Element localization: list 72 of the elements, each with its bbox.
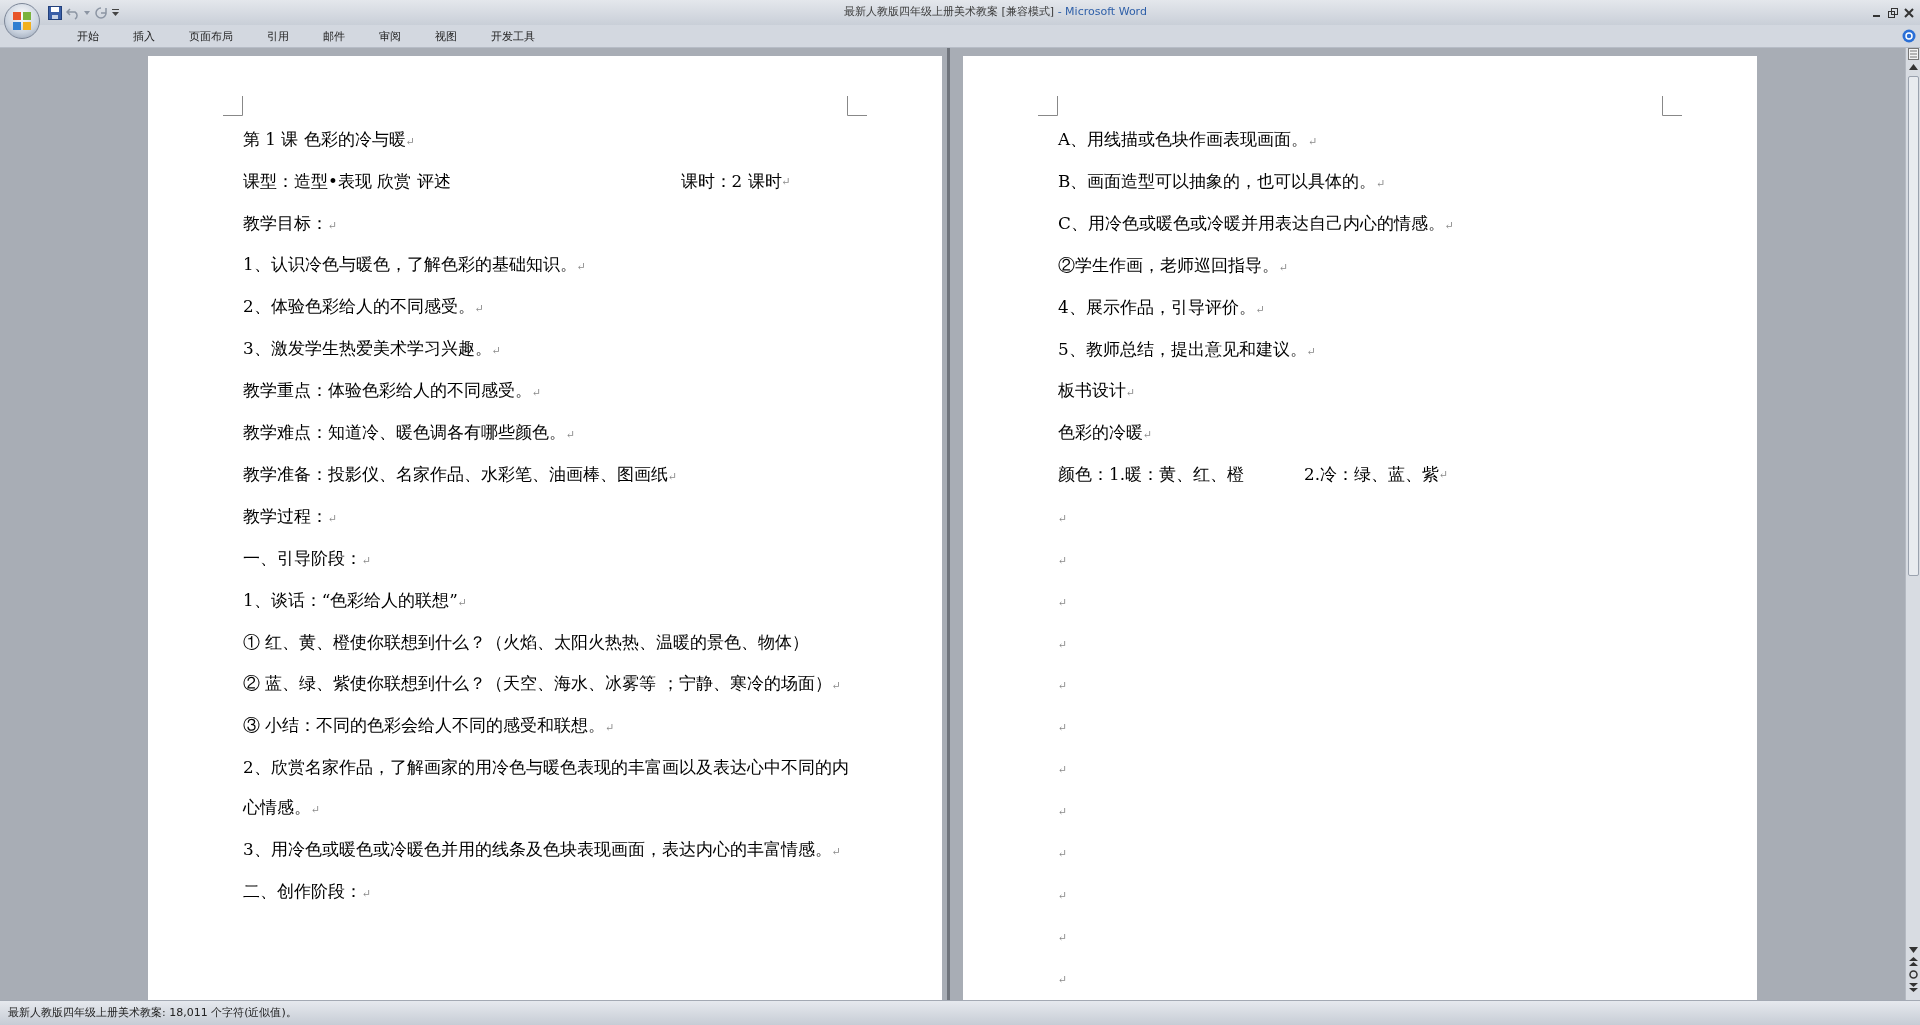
paragraph-text: B、画面造型可以抽象的，也可以具体的。↵: [1058, 170, 1386, 191]
paragraph-mark: ↵: [1058, 721, 1068, 735]
next-page-icon[interactable]: [1908, 983, 1918, 992]
ribbon-tab[interactable]: 开始: [60, 25, 116, 47]
paragraph-text: 2、欣赏名家作品，了解画家的用冷色与暖色表现的丰富画以及表达心中不同的内心情感。↵: [243, 756, 849, 817]
paragraph-text: 色彩的冷暖↵: [1058, 422, 1153, 443]
paragraph-text: 1、认识冷色与暖色，了解色彩的基础知识。↵: [243, 254, 586, 275]
scrollbar-thumb[interactable]: [1907, 76, 1919, 576]
paragraph-text: 颜色：1.暖：黄、红、橙: [1058, 463, 1244, 487]
browse-object-icon[interactable]: [1908, 970, 1918, 979]
ribbon-tab[interactable]: 邮件: [306, 25, 362, 47]
paragraph-text: 教学过程：↵: [243, 505, 338, 526]
paragraph-text: 一、引导阶段：↵: [243, 547, 372, 568]
close-icon[interactable]: [1904, 7, 1914, 18]
paragraph-mark: ↵: [1058, 637, 1068, 651]
paragraph-text: A、用线描或色块作画表现画面。↵: [1058, 129, 1318, 149]
paragraph-text: 第 1 课 色彩的冷与暖↵: [243, 129, 415, 149]
paragraph-text: 板书设计↵: [1058, 380, 1136, 401]
paragraph-mark: ↵: [1058, 511, 1068, 525]
ribbon-tab[interactable]: 引用: [250, 25, 306, 47]
window-title: 最新人教版四年级上册美术教案 [兼容模式]: [844, 5, 1055, 19]
paragraph-text: 教学重点：体验色彩给人的不同感受。↵: [243, 380, 542, 401]
paragraph-text: C、用冷色或暖色或冷暖并用表达自己内心的情感。↵: [1058, 212, 1455, 233]
ribbon-tab[interactable]: 开发工具: [474, 25, 552, 47]
margin-corner-icon: [1662, 96, 1682, 116]
paragraph-mark: ↵: [1058, 805, 1068, 819]
help-icon[interactable]: [1902, 29, 1916, 43]
paragraph-text: ②学生作画，老师巡回指导。↵: [1058, 254, 1289, 275]
save-icon[interactable]: [48, 5, 62, 20]
margin-corner-icon: [223, 96, 243, 116]
paragraph-text: 教学难点：知道冷、暖色调各有哪些颜色。↵: [243, 422, 576, 443]
scroll-up-icon[interactable]: [1908, 64, 1918, 70]
paragraph-text: 课时：2 课时: [680, 169, 782, 193]
paragraph-text: 3、用冷色或暖色或冷暖色并用的线条及色块表现画面，表达内心的丰富情感。↵: [243, 838, 841, 859]
ribbon-tab[interactable]: 页面布局: [172, 25, 250, 47]
paragraph-text: 4、展示作品，引导评价。↵: [1058, 296, 1265, 317]
scroll-down-icon[interactable]: [1908, 947, 1918, 953]
paragraph-mark: ↵: [1058, 679, 1068, 693]
paragraph-text: 1、谈话：“色彩给人的联想”↵: [243, 589, 468, 610]
paragraph-text: 2、体验色彩给人的不同感受。↵: [243, 296, 484, 317]
paragraph-mark: ↵: [1058, 889, 1068, 902]
paragraph-mark: ↵: [1058, 972, 1068, 986]
previous-page-icon[interactable]: [1908, 957, 1918, 966]
paragraph-text: 课型：造型•表现 欣赏 评述: [243, 169, 451, 193]
paragraph-mark: ↵: [1058, 763, 1068, 777]
paragraph-text: ② 蓝、绿、紫使你联想到什么？（天空、海水、冰雾等 ；宁静、寒冷的场面）↵: [243, 673, 841, 694]
status-text: 最新人教版四年级上册美术教案: 18,011 个字符(近似值)。: [8, 1004, 297, 1021]
office-button[interactable]: [4, 3, 40, 39]
office-logo-icon: [11, 10, 33, 32]
ruler-toggle-icon[interactable]: [1907, 48, 1919, 60]
paragraph-mark: ↵: [781, 174, 791, 188]
paragraph-text: ③ 小结：不同的色彩会给人不同的感受和联想。↵: [243, 715, 615, 736]
paragraph-text: 二、创作阶段：↵: [243, 880, 372, 901]
paragraph-mark: ↵: [1058, 847, 1068, 861]
paragraph-text: 3、激发学生热爱美术学习兴趣。↵: [243, 338, 501, 359]
paragraph-text: 5、教师总结，提出意见和建议。↵: [1058, 338, 1316, 359]
restore-icon[interactable]: [1888, 7, 1898, 18]
ribbon-tab[interactable]: 插入: [116, 25, 172, 47]
paragraph-mark: ↵: [1439, 468, 1449, 482]
paragraph-text: 2.冷：绿、蓝、紫: [1304, 463, 1440, 487]
ribbon-tab[interactable]: 审阅: [362, 25, 418, 47]
paragraph-mark: ↵: [1058, 930, 1068, 944]
ribbon-tab[interactable]: 视图: [418, 25, 474, 47]
margin-corner-icon: [1038, 96, 1058, 116]
customize-icon[interactable]: [112, 9, 119, 16]
margin-corner-icon: [847, 96, 867, 116]
paragraph-mark: ↵: [1058, 553, 1068, 567]
app-name: - Microsoft Word: [1057, 5, 1147, 19]
paragraph-text: 教学目标：↵: [243, 212, 338, 233]
paragraph-text: 教学准备：投影仪、名家作品、水彩笔、油画棒、图画纸↵: [243, 463, 678, 484]
paragraph-mark: ↵: [1058, 595, 1068, 609]
paragraph-text: ① 红、黄、橙使你联想到什么？（火焰、太阳火热热、温暖的景色、物体）: [243, 631, 810, 652]
